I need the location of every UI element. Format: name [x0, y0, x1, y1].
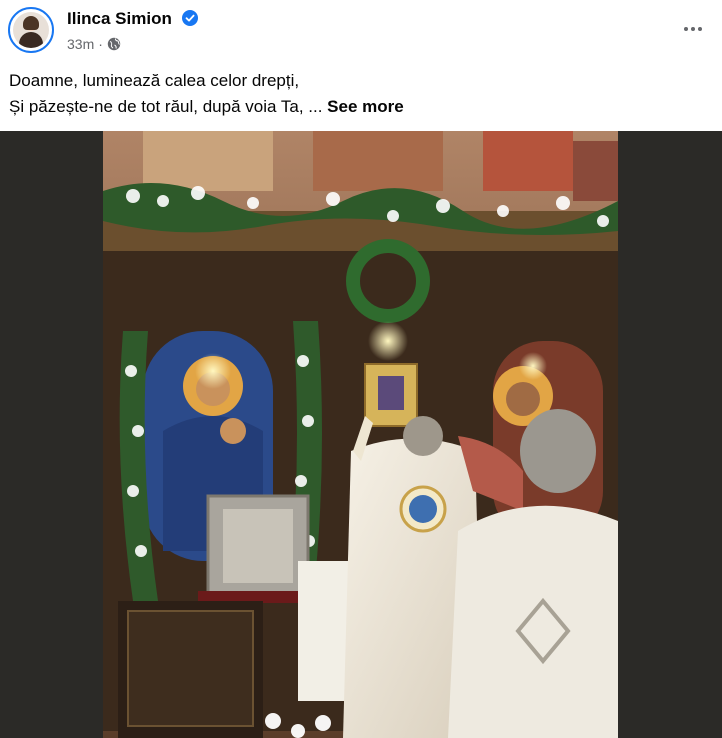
post-photo[interactable]: [103, 131, 618, 738]
post-meta: 33m ·: [67, 36, 121, 52]
caption-line-1: Doamne, luminează calea celor drepți,: [9, 71, 300, 90]
author-name[interactable]: Ilinca Simion: [67, 9, 172, 29]
church-service-image: [103, 131, 618, 738]
post-photo-container: [0, 131, 722, 738]
post-caption: Doamne, luminează calea celor drepți, Și…: [9, 68, 404, 120]
verified-badge-icon: [182, 10, 198, 26]
globe-icon[interactable]: [107, 37, 121, 51]
meta-separator: ·: [98, 36, 103, 52]
post-time[interactable]: 33m: [67, 36, 94, 52]
avatar-image: [13, 12, 49, 48]
author-avatar[interactable]: [8, 7, 54, 53]
caption-line-2: Și păzește-ne de tot răul, după voia Ta,…: [9, 94, 404, 120]
post-header: Ilinca Simion 33m ·: [0, 0, 722, 60]
more-options-icon: [684, 27, 688, 31]
caption-line-2-text: Și păzește-ne de tot răul, după voia Ta,…: [9, 97, 323, 116]
more-options-button[interactable]: [678, 18, 708, 40]
see-more-link[interactable]: See more: [327, 97, 404, 116]
